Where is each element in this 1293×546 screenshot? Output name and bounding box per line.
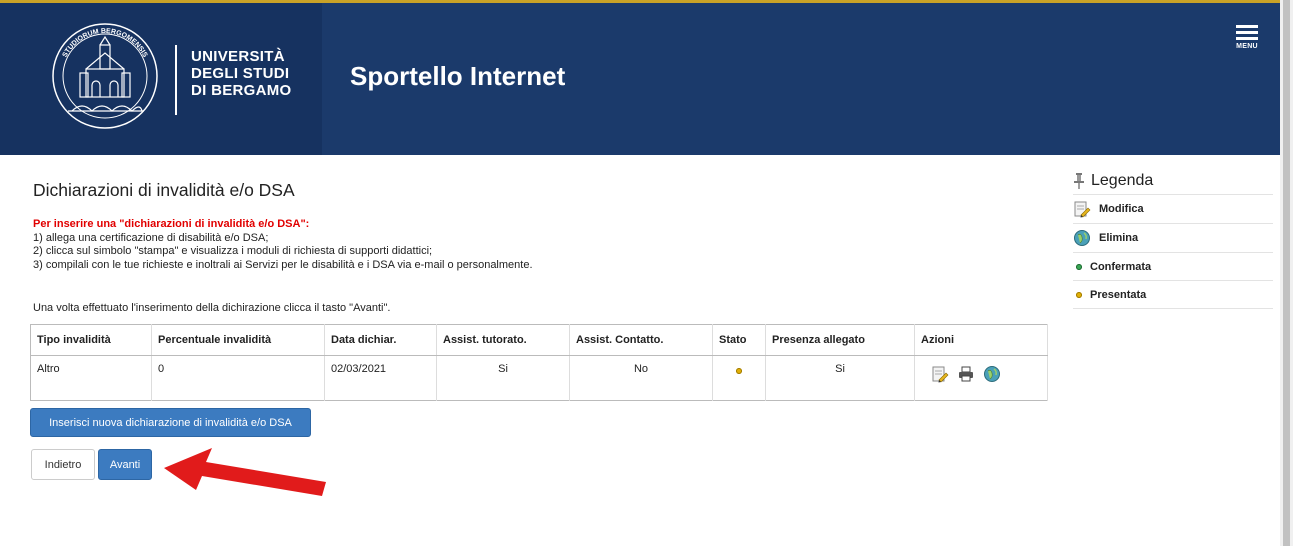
cell-tipo: Altro <box>30 355 152 401</box>
legend-label: Confermata <box>1090 260 1152 273</box>
yellow-dot-icon <box>736 368 742 374</box>
edit-icon[interactable] <box>931 365 949 383</box>
back-button[interactable]: Indietro <box>31 449 95 480</box>
app-title: Sportello Internet <box>350 61 566 91</box>
table-header-row: Tipo invalidità Percentuale invalidità D… <box>30 324 1048 356</box>
legend-title-text: Legenda <box>1091 172 1154 189</box>
university-seal-icon: STUDIORUM BERGOMENSIS <box>52 23 158 129</box>
col-header: Percentuale invalidità <box>151 324 325 356</box>
legend-panel: Legenda Modifica Elimina Confermata Pres… <box>1073 168 1273 309</box>
cell-assist-tutorato: Si <box>436 355 570 401</box>
legend-label: Elimina <box>1099 232 1139 244</box>
pushpin-icon <box>1074 173 1084 189</box>
menu-button[interactable]: MENU <box>1233 25 1261 65</box>
red-arrow-icon <box>164 448 326 496</box>
legend-label: Presentata <box>1090 288 1147 301</box>
col-header: Assist. Contatto. <box>569 324 713 356</box>
hamburger-icon <box>1236 25 1258 40</box>
legend-title: Legenda <box>1073 168 1273 195</box>
scrollbar-thumb[interactable] <box>1283 0 1290 546</box>
cell-stato <box>712 355 766 401</box>
page-scrollbar[interactable] <box>1280 0 1293 546</box>
next-button[interactable]: Avanti <box>98 449 152 480</box>
edit-icon <box>1074 201 1091 218</box>
university-name-line: DEGLI STUDI <box>191 65 290 82</box>
menu-label: MENU <box>1236 43 1258 50</box>
legend-item-confermata: Confermata <box>1073 253 1273 281</box>
cell-percentuale: 0 <box>151 355 325 401</box>
logo-divider <box>175 45 177 115</box>
cell-assist-contatto: No <box>569 355 713 401</box>
university-logo[interactable]: STUDIORUM BERGOMENSIS UNIVERSITÀ DEGLI S… <box>0 3 322 155</box>
university-name-line: DI BERGAMO <box>191 82 292 99</box>
declarations-table: Tipo invalidità Percentuale invalidità D… <box>30 324 1048 401</box>
legend-item-presentata: Presentata <box>1073 281 1273 309</box>
university-name-line: UNIVERSITÀ <box>191 48 285 65</box>
site-header: STUDIORUM BERGOMENSIS UNIVERSITÀ DEGLI S… <box>0 3 1280 155</box>
print-icon[interactable] <box>957 365 975 383</box>
col-header: Data dichiar. <box>324 324 437 356</box>
col-header: Tipo invalidità <box>30 324 152 356</box>
svg-text:STUDIORUM BERGOMENSIS: STUDIORUM BERGOMENSIS <box>62 28 149 59</box>
instruction-step: 3) compilali con le tue richieste e inol… <box>33 258 533 271</box>
instructions: Per inserire una "dichiarazioni di inval… <box>33 218 533 272</box>
avanti-note: Una volta effettuato l'inserimento della… <box>33 302 391 314</box>
col-header: Azioni <box>914 324 1048 356</box>
col-header: Stato <box>712 324 766 356</box>
instruction-step: 2) clicca sul simbolo "stampa" e visuali… <box>33 245 433 257</box>
green-dot-icon <box>1076 263 1082 270</box>
legend-label: Modifica <box>1099 203 1144 215</box>
legend-item-modifica: Modifica <box>1073 195 1273 224</box>
yellow-dot-icon <box>1076 291 1082 298</box>
col-header: Assist. tutorato. <box>436 324 570 356</box>
university-name: UNIVERSITÀ DEGLI STUDI DI BERGAMO <box>191 48 292 99</box>
legend-item-elimina: Elimina <box>1073 224 1273 253</box>
cell-data: 02/03/2021 <box>324 355 437 401</box>
col-header: Presenza allegato <box>765 324 915 356</box>
delete-globe-icon[interactable] <box>983 365 1001 383</box>
instructions-heading: Per inserire una "dichiarazioni di inval… <box>33 218 310 230</box>
cell-presenza-allegato: Si <box>765 355 915 401</box>
new-declaration-button[interactable]: Inserisci nuova dichiarazione di invalid… <box>30 408 311 437</box>
delete-globe-icon <box>1074 230 1090 246</box>
table-row: Altro 0 02/03/2021 Si No Si <box>30 355 1048 401</box>
instruction-step: 1) allega una certificazione di disabili… <box>33 231 269 244</box>
cell-azioni <box>914 355 1048 401</box>
page-title: Dichiarazioni di invalidità e/o DSA <box>33 180 295 200</box>
